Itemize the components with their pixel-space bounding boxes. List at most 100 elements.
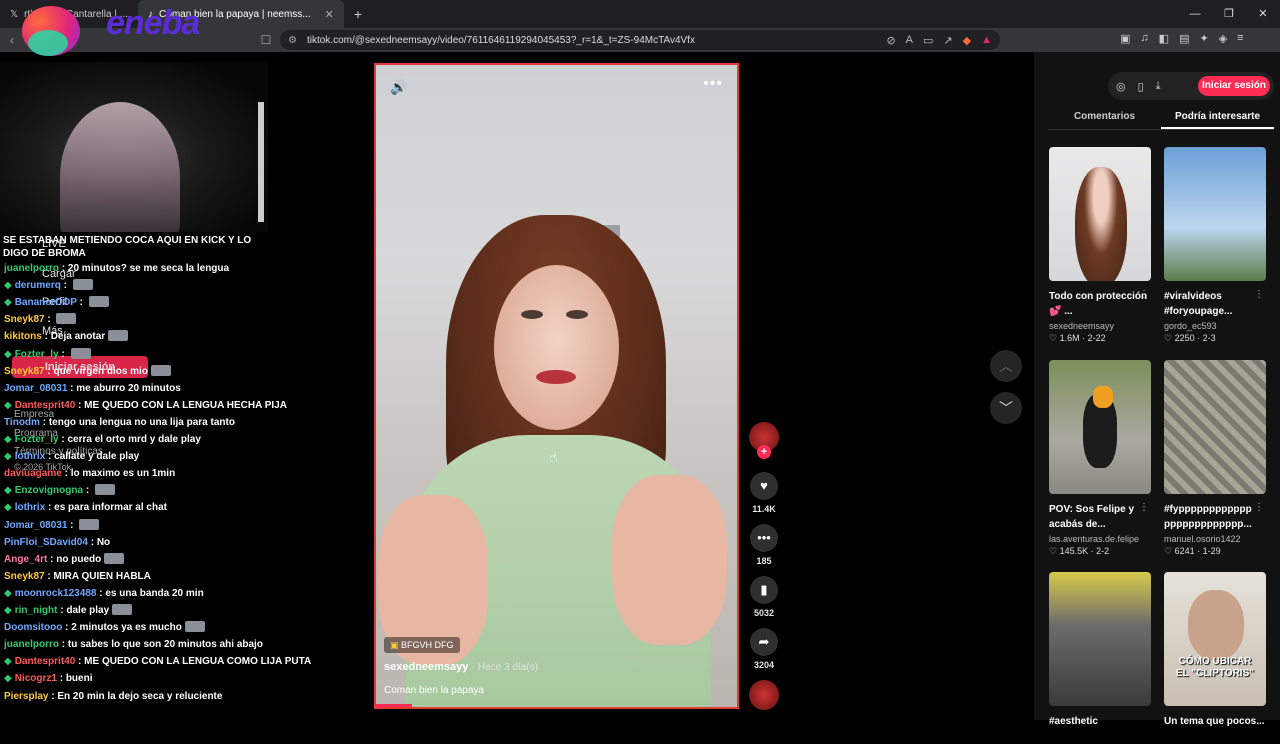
chat-text: En 20 min la dejo seca y reluciente <box>57 690 223 702</box>
translate-icon[interactable]: A <box>906 34 913 47</box>
chat-username[interactable]: Enzovignogna <box>15 485 83 496</box>
volume-icon[interactable]: 🔊 <box>390 79 407 96</box>
share-icon[interactable]: ➦ <box>750 628 778 656</box>
chat-username[interactable]: Sneyk87 <box>4 314 45 325</box>
video-thumbnail[interactable] <box>1049 572 1151 706</box>
chat-username[interactable]: daviuagame <box>4 468 62 479</box>
next-video-button[interactable]: ﹀ <box>990 392 1022 424</box>
follow-button[interactable]: + <box>757 445 771 459</box>
no-tracking-icon[interactable]: ⊘ <box>886 34 895 47</box>
save-action[interactable]: ▮ 5032 <box>746 576 782 618</box>
brave-shield-icon[interactable]: ◆ <box>963 34 971 47</box>
recommended-video-card[interactable]: Todo con protección 💕 ... sexedneemsayy … <box>1049 147 1151 344</box>
ai-icon[interactable]: ✦ <box>1199 32 1208 45</box>
url-field[interactable]: ⚙ tiktok.com/@sexedneemsayy/video/761164… <box>280 30 1000 50</box>
chat-username[interactable]: Dantesprit40 <box>15 656 76 667</box>
chat-username[interactable]: juanelporro <box>4 639 59 650</box>
recommended-video-card[interactable]: #viralvideos #foryoupage... gordo_ec593 … <box>1164 147 1266 344</box>
chat-username[interactable]: Fozter_ly <box>15 434 59 445</box>
chat-username[interactable]: Jomar_08031 <box>4 383 67 394</box>
chat-username[interactable]: Doomsitooo <box>4 622 62 633</box>
rewards-icon[interactable]: ▲ <box>981 34 992 47</box>
video-author[interactable]: sexedneemsayy · Hace 3 día(s) <box>384 661 538 673</box>
card-title: #fypppppppppppp ppppppppppppp... <box>1164 504 1252 530</box>
card-menu-icon[interactable]: ⋮ <box>1139 289 1149 300</box>
recommended-video-card[interactable]: POV: Sos Felipe y acabás de... las.avent… <box>1049 360 1151 557</box>
emote-icon <box>94 484 115 496</box>
chat-username[interactable]: Sneyk87 <box>4 366 45 377</box>
comment-icon[interactable]: ••• <box>750 524 778 552</box>
chat-username[interactable]: lothrix <box>15 502 46 513</box>
chat-text: callate y dale play <box>54 451 140 463</box>
embed-icon[interactable]: ◎ <box>1116 80 1126 93</box>
restore-icon[interactable]: ❐ <box>1212 0 1246 28</box>
card-menu-icon[interactable]: ⋮ <box>1254 502 1264 513</box>
recommended-video-card[interactable]: #aesthetic <box>1049 572 1151 744</box>
share-action[interactable]: ➦ 3204 <box>746 628 782 670</box>
cast-icon[interactable]: ▭ <box>923 34 933 47</box>
tab-comentarios[interactable]: Comentarios <box>1048 106 1161 129</box>
chat-username[interactable]: Tinodm <box>4 417 40 428</box>
device-icon[interactable]: ▯ <box>1138 80 1144 93</box>
card-stats: ♡ 145.5K · 2-2 <box>1049 546 1151 557</box>
previous-video-button[interactable]: ︿ <box>990 350 1022 382</box>
chat-message: Ange_4rt : no puedo <box>4 552 364 567</box>
minimize-icon[interactable]: — <box>1178 0 1212 28</box>
heart-icon[interactable]: ♥ <box>750 472 778 500</box>
sound-avatar[interactable] <box>749 680 779 710</box>
chat-username[interactable]: BananerOOP <box>15 297 77 308</box>
video-tag[interactable]: ▣ BFGVH DFG <box>384 637 460 653</box>
thumbnail-text: CÓMO UBICAR EL "CLIPTORIS" <box>1175 656 1254 679</box>
wallet-icon[interactable]: ▤ <box>1179 32 1189 45</box>
chat-username[interactable]: Fozter_ly <box>15 349 59 360</box>
video-thumbnail[interactable]: CÓMO UBICAR EL "CLIPTORIS" <box>1164 572 1266 706</box>
menu-icon[interactable]: ≡ <box>1237 32 1243 45</box>
chat-username[interactable]: Nicogrz1 <box>15 673 57 684</box>
chat-username[interactable]: Sneyk87 <box>4 571 45 582</box>
chat-username[interactable]: derumerq <box>15 280 61 291</box>
bookmark-icon[interactable]: ☐ <box>254 33 278 47</box>
like-action[interactable]: ♥ 11.4K <box>746 472 782 514</box>
chat-username[interactable]: Dantesprit40 <box>15 400 76 411</box>
chat-text: es para informar al chat <box>54 502 167 514</box>
chat-username[interactable]: Jomar_08031 <box>4 520 67 531</box>
site-settings-icon[interactable]: ⚙ <box>288 35 297 46</box>
emote-icon <box>56 313 77 325</box>
card-title: Todo con protección 💕 ... <box>1049 291 1148 317</box>
chat-colon: : <box>60 280 70 292</box>
close-window-icon[interactable]: ✕ <box>1246 0 1280 28</box>
sidebar-icon[interactable]: ◧ <box>1159 32 1169 45</box>
chat-username[interactable]: Piersplay <box>4 691 48 702</box>
comment-action[interactable]: ••• 185 <box>746 524 782 566</box>
chat-username[interactable]: rin_night <box>15 605 58 616</box>
more-options-icon[interactable]: ••• <box>703 75 723 93</box>
tab-podria-interesarte[interactable]: Podría interesarte <box>1161 106 1274 129</box>
video-player[interactable]: 🔊 ••• ▣ BFGVH DFG sexedneemsayy · Hace 3… <box>374 63 739 709</box>
new-tab-button[interactable]: + <box>344 6 372 22</box>
chat-username[interactable]: lothrix <box>15 451 46 462</box>
card-menu-icon[interactable]: ⋮ <box>1139 502 1149 513</box>
video-thumbnail[interactable] <box>1049 360 1151 494</box>
login-button[interactable]: Iniciar sesión <box>1198 76 1270 96</box>
card-menu-icon[interactable]: ⋮ <box>1254 289 1264 300</box>
video-progress-bar[interactable] <box>376 704 413 707</box>
chat-username[interactable]: kikitons <box>4 331 42 342</box>
recommended-video-card[interactable]: #fypppppppppppp ppppppppppppp... manuel.… <box>1164 360 1266 557</box>
close-tab-icon[interactable]: ✕ <box>325 8 334 21</box>
music-icon[interactable]: ♫ <box>1140 32 1148 45</box>
video-thumbnail[interactable] <box>1164 360 1266 494</box>
chat-username[interactable]: PinFloi_SDavid04 <box>4 537 88 548</box>
recommended-video-card[interactable]: CÓMO UBICAR EL "CLIPTORIS" Un tema que p… <box>1164 572 1266 744</box>
share-icon[interactable]: ↗ <box>943 34 952 47</box>
chat-username[interactable]: juanelporro <box>4 263 59 274</box>
chat-username[interactable]: Ange_4rt <box>4 554 47 565</box>
vpn-icon[interactable]: ◈ <box>1219 32 1227 45</box>
video-thumbnail[interactable] <box>1164 147 1266 281</box>
bookmark-icon[interactable]: ▮ <box>750 576 778 604</box>
wallet-icon[interactable]: ▣ <box>1120 32 1130 45</box>
video-thumbnail[interactable] <box>1049 147 1151 281</box>
panel-tabs: Comentarios Podría interesarte <box>1048 106 1274 130</box>
chat-colon: : <box>67 382 77 394</box>
download-icon[interactable]: ⤓ <box>1156 80 1161 93</box>
chat-username[interactable]: moonrock123488 <box>15 588 97 599</box>
